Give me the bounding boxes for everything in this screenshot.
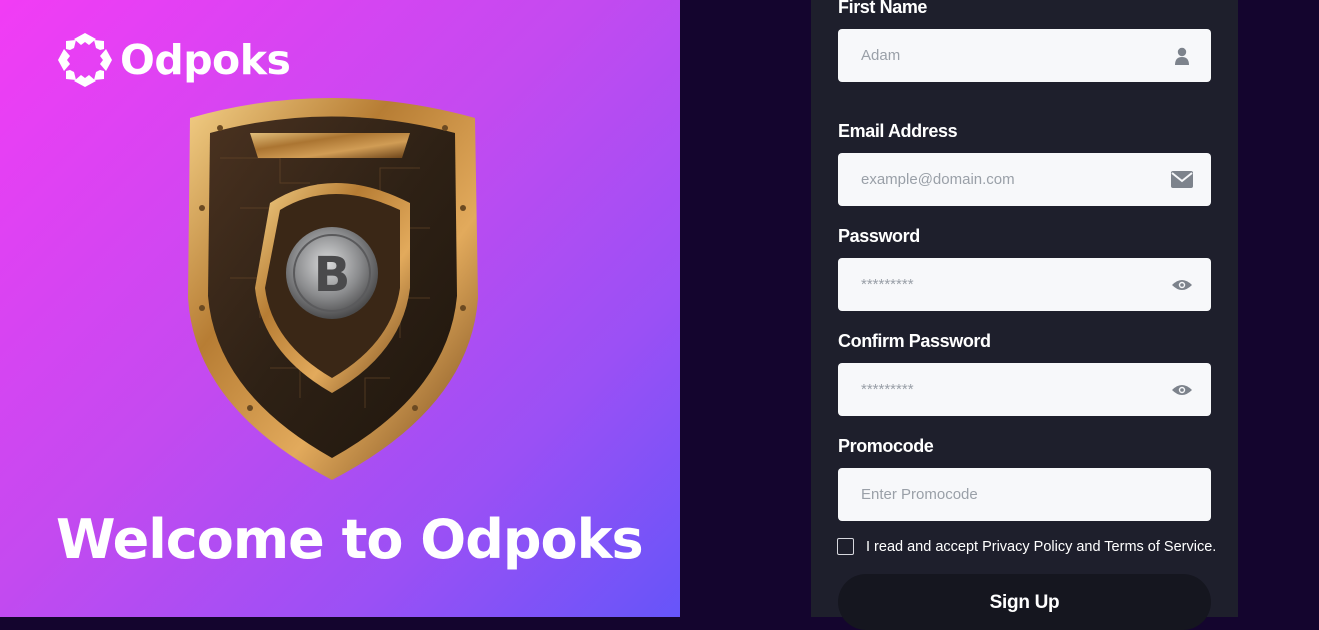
hero-panel: Odpoks B Welcome to Odpoks [0,0,680,617]
terms-row: I read and accept Privacy Policy and Ter… [837,538,1216,555]
sign-up-button[interactable]: Sign Up [838,574,1211,630]
confirm-password-field[interactable] [838,363,1211,416]
eye-icon[interactable] [1171,379,1193,401]
promocode-input[interactable] [838,468,1138,521]
password-field[interactable] [838,258,1211,311]
promocode-label: Promocode [838,436,934,456]
eye-icon[interactable] [1171,274,1193,296]
bitcoin-shield-illustration: B [180,88,485,483]
odpoks-logo-icon [58,33,112,87]
first-name-input[interactable] [838,29,1138,82]
brand-logo[interactable]: Odpoks [56,31,291,89]
svg-text:B: B [314,247,351,303]
promocode-field[interactable] [838,468,1211,521]
user-icon [1171,45,1193,67]
confirm-password-label: Confirm Password [838,331,991,351]
email-field[interactable] [838,153,1211,206]
envelope-icon [1171,169,1193,191]
brand-name: Odpoks [120,36,291,84]
confirm-password-input[interactable] [838,363,1138,416]
terms-text: I read and accept Privacy Policy and Ter… [866,538,1217,555]
email-input[interactable] [838,153,1138,206]
welcome-heading: Welcome to Odpoks [56,508,644,571]
email-label: Email Address [838,121,958,141]
password-input[interactable] [838,258,1138,311]
password-label: Password [838,226,920,246]
terms-checkbox[interactable] [837,538,854,555]
first-name-label: First Name [838,0,928,17]
first-name-field[interactable] [838,29,1211,82]
